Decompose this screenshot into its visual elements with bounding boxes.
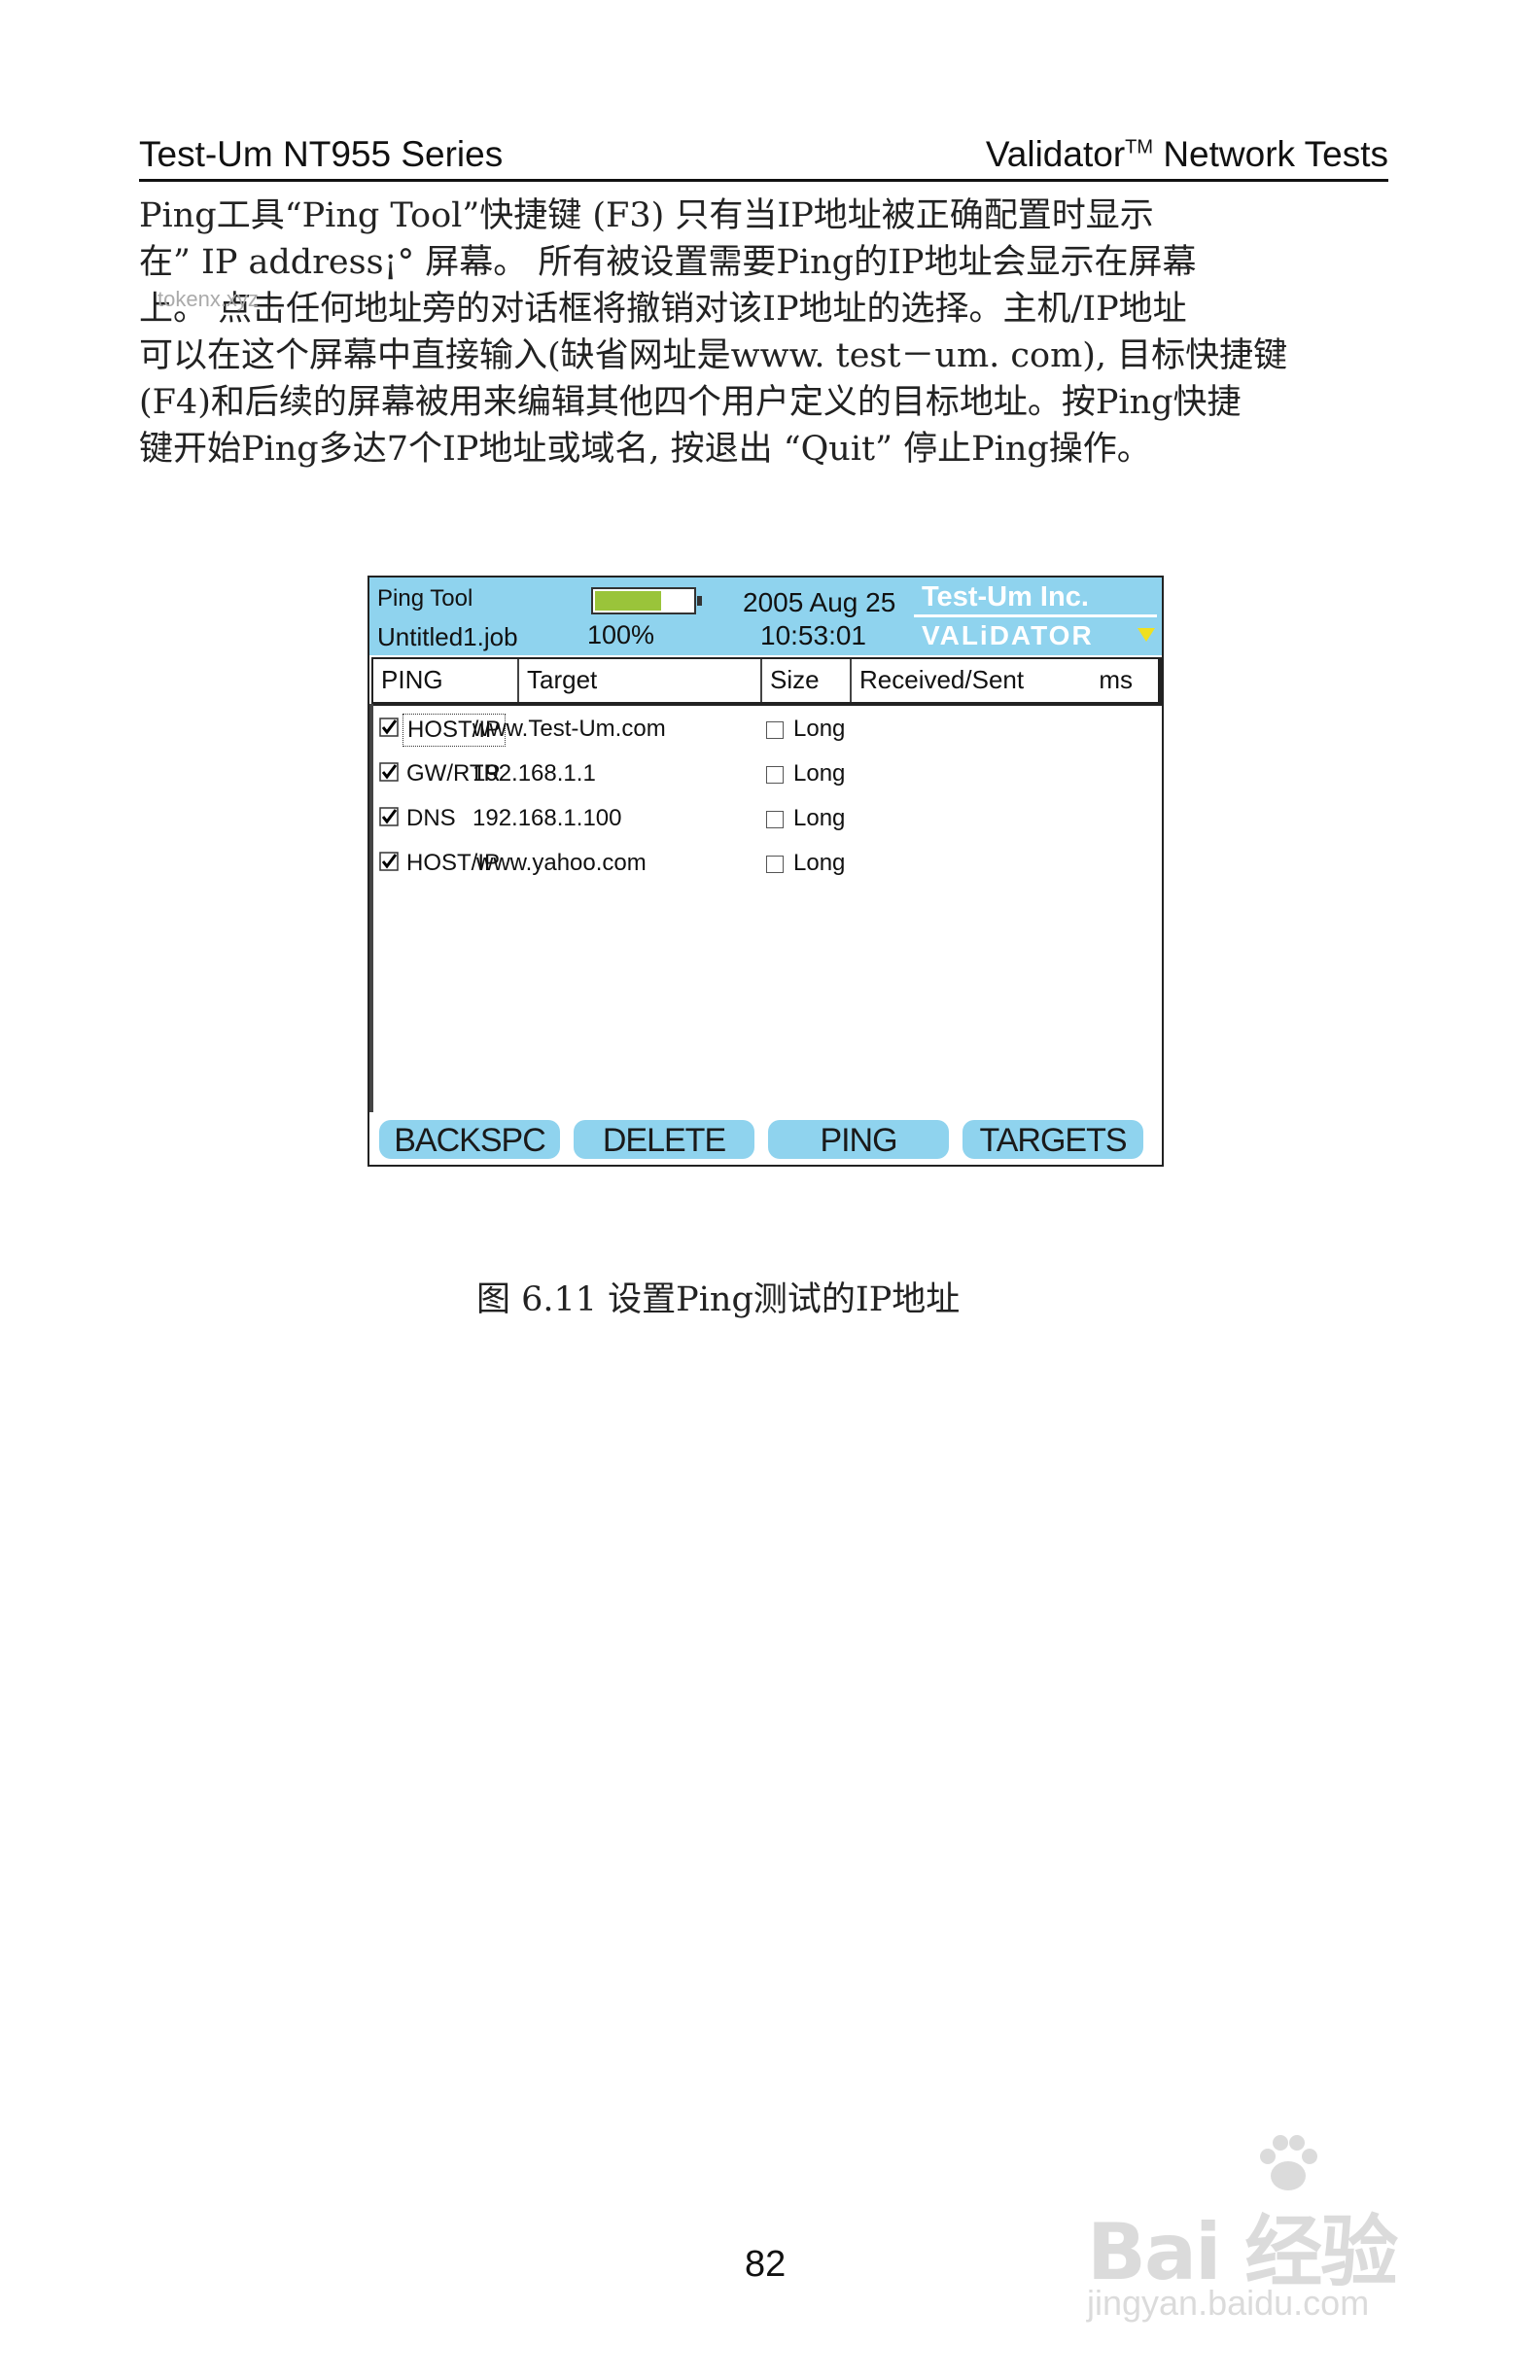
softkey-bar: BACKSPC DELETE PING TARGETS xyxy=(377,1120,1155,1161)
brand-name: Test-Um Inc. xyxy=(922,581,1089,612)
checkbox-checked-icon[interactable] xyxy=(379,718,399,737)
long-checkbox[interactable] xyxy=(766,811,784,828)
paragraph-line: (F4)和后续的屏幕被用来编辑其他四个用户定义的目标地址。按Ping快捷 xyxy=(139,383,1242,422)
manual-series-title: Test-Um NT955 Series xyxy=(139,134,504,174)
baidu-url: jingyan.baidu.com xyxy=(1087,2283,1370,2323)
long-checkbox[interactable] xyxy=(766,721,784,739)
brand-divider xyxy=(914,614,1157,617)
column-header-ms: ms xyxy=(1099,665,1133,694)
watermark-text: tokenx.xyz xyxy=(158,287,259,311)
brand-logo: Test-Um Inc. VALiDATOR xyxy=(914,578,1162,655)
target-row: DNS 192.168.1.100 Long xyxy=(373,799,1161,838)
paw-icon xyxy=(1260,2135,1317,2190)
long-label: Long xyxy=(793,850,846,876)
battery-terminal xyxy=(697,596,702,606)
battery-icon xyxy=(591,587,702,614)
paragraph-line: 在” IP address¡° 屏幕。 所有被设置需要Ping的IP地址会显示在… xyxy=(139,243,1197,282)
time-display: 10:53:01 xyxy=(760,620,866,650)
checkbox-checked-icon[interactable] xyxy=(379,852,399,871)
delete-button[interactable]: DELETE xyxy=(574,1120,754,1159)
column-header-size: Size xyxy=(760,659,850,702)
target-address[interactable]: 192.168.1.100 xyxy=(472,805,621,832)
target-address[interactable]: 192.168.1.1 xyxy=(472,760,596,788)
validator-logo: VALiDATOR xyxy=(922,620,1094,650)
device-screen: Ping Tool Untitled1.job 100% 2005 Aug 25… xyxy=(368,576,1164,1167)
date-display: 2005 Aug 25 xyxy=(743,587,896,617)
target-row: HOST/IP www.yahoo.com Long xyxy=(373,844,1161,883)
target-row: GW/RTR 192.168.1.1 Long xyxy=(373,754,1161,793)
battery-percent: 100% xyxy=(587,620,655,649)
target-list: HOST/IP www.Test-Um.com Long GW/RTR 192.… xyxy=(369,704,1166,1112)
body-paragraph: Ping工具“Ping Tool”快捷键 (F3) 只有当IP地址被正确配置时显… xyxy=(139,192,1403,472)
trademark-mark: TM xyxy=(1125,136,1154,158)
long-checkbox[interactable] xyxy=(766,856,784,873)
target-type[interactable]: DNS xyxy=(402,803,460,834)
target-row: HOST/IP www.Test-Um.com Long xyxy=(373,710,1161,749)
triangle-down-icon xyxy=(1138,628,1155,642)
paragraph-line: 上。 点击任何地址旁的对话框将撤销对该IP地址的选择。主机/IP地址 xyxy=(139,290,1187,329)
column-header-received: Received/Sent ms xyxy=(850,659,1158,702)
target-address[interactable]: www.Test-Um.com xyxy=(472,716,666,743)
column-header-ping: PING xyxy=(381,665,443,694)
target-address[interactable]: www.yahoo.com xyxy=(476,850,647,877)
checkbox-checked-icon[interactable] xyxy=(379,807,399,826)
ping-button[interactable]: PING xyxy=(768,1120,949,1159)
manual-section-title: ValidatorTM Network Tests xyxy=(985,134,1388,174)
job-name: Untitled1.job xyxy=(377,622,518,651)
page-number: 82 xyxy=(745,2244,787,2285)
tool-name: Ping Tool xyxy=(377,585,473,612)
battery-fill xyxy=(595,591,661,611)
long-label: Long xyxy=(793,716,846,742)
column-headers: PING Target Size Received/Sent ms xyxy=(371,657,1162,706)
baidu-watermark: Bai 经验 jingyan.baidu.com xyxy=(1087,2129,1456,2323)
long-label: Long xyxy=(793,760,846,787)
long-checkbox[interactable] xyxy=(766,766,784,784)
long-label: Long xyxy=(793,805,846,831)
page-header: Test-Um NT955 Series ValidatorTM Network… xyxy=(139,124,1388,182)
paragraph-line: 可以在这个屏幕中直接输入(缺省网址是www. test－um. com), 目标… xyxy=(139,336,1288,375)
backspace-button[interactable]: BACKSPC xyxy=(379,1120,560,1159)
status-bar: Ping Tool Untitled1.job 100% 2005 Aug 25… xyxy=(369,578,1162,655)
figure-caption: 图 6.11 设置Ping测试的IP地址 xyxy=(476,1280,961,1319)
paragraph-line: 键开始Ping多达7个IP地址或域名, 按退出 “Quit” 停止Ping操作。 xyxy=(139,430,1151,469)
targets-button[interactable]: TARGETS xyxy=(962,1120,1143,1159)
column-header-target: Target xyxy=(517,659,760,702)
checkbox-checked-icon[interactable] xyxy=(379,762,399,782)
paragraph-line: Ping工具“Ping Tool”快捷键 (F3) 只有当IP地址被正确配置时显… xyxy=(139,196,1154,235)
